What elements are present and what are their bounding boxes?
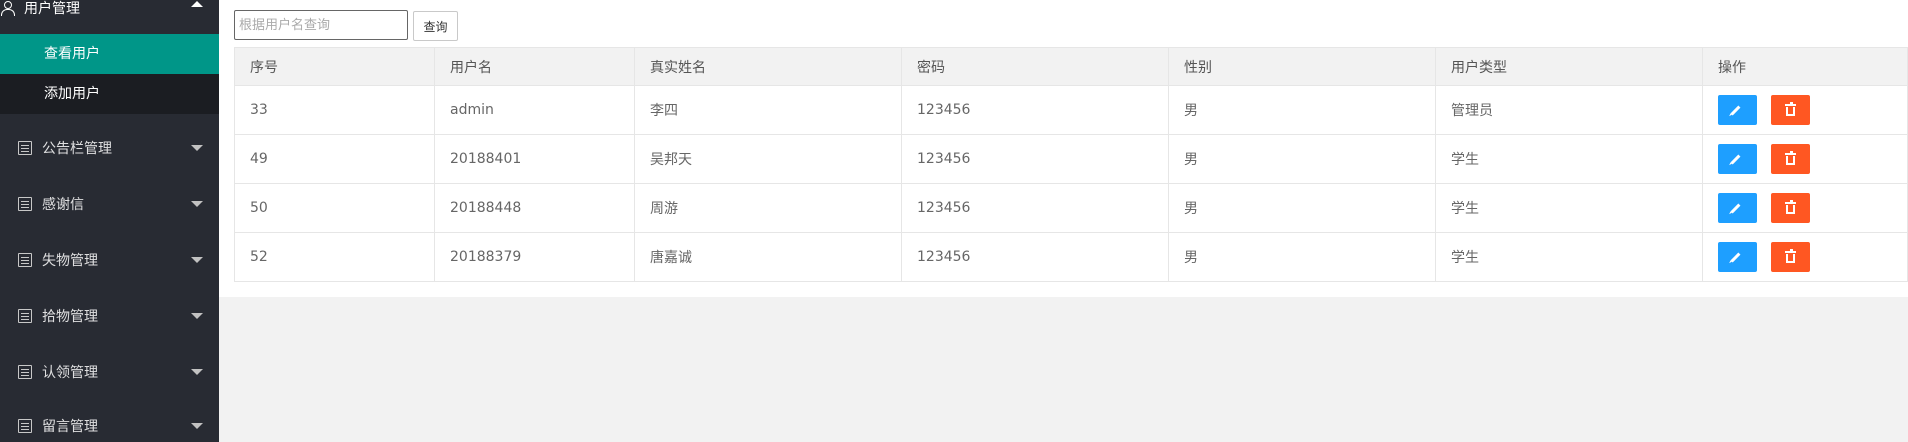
sidebar: 用户管理 查看用户 添加用户 公告栏管理 感谢信 失物管理 拾物管理 认领管理 … xyxy=(0,0,219,442)
cell-user-type: 管理员 xyxy=(1435,85,1703,135)
pencil-icon xyxy=(1730,105,1741,116)
chevron-down-icon xyxy=(191,257,203,263)
main-content: 查询 序号 用户名 真实姓名 密码 性别 用户类型 操作 33 admin 李四 xyxy=(219,0,1908,297)
calendar-icon xyxy=(18,365,32,379)
cell-gender: 男 xyxy=(1168,134,1436,184)
table-row: 49 20188401 吴邦天 123456 男 学生 xyxy=(234,134,1908,184)
cell-password: 123456 xyxy=(901,85,1169,135)
cell-realname: 吴邦天 xyxy=(634,134,902,184)
sidebar-subitem-add-user[interactable]: 添加用户 xyxy=(0,74,219,114)
table-row: 33 admin 李四 123456 男 管理员 xyxy=(234,85,1908,135)
chevron-down-icon xyxy=(191,369,203,375)
cell-actions xyxy=(1702,183,1908,233)
trash-icon xyxy=(1785,151,1797,165)
calendar-icon xyxy=(18,253,32,267)
cell-password: 123456 xyxy=(901,232,1169,282)
cell-password: 123456 xyxy=(901,183,1169,233)
sidebar-subnav: 查看用户 添加用户 xyxy=(0,34,219,114)
table-header-row: 序号 用户名 真实姓名 密码 性别 用户类型 操作 xyxy=(234,47,1908,86)
sidebar-item-label: 公告栏管理 xyxy=(42,141,112,157)
sidebar-item-label: 用户管理 xyxy=(24,1,80,17)
user-icon xyxy=(0,1,15,16)
search-input[interactable] xyxy=(234,10,408,40)
sidebar-item-label: 感谢信 xyxy=(42,197,84,213)
sidebar-item-thanks-letter[interactable]: 感谢信 xyxy=(0,184,219,224)
trash-icon xyxy=(1785,249,1797,263)
table-row: 50 20188448 周游 123456 男 学生 xyxy=(234,183,1908,233)
delete-button[interactable] xyxy=(1771,95,1811,125)
sidebar-item-label: 认领管理 xyxy=(42,365,98,381)
sidebar-subitem-view-users[interactable]: 查看用户 xyxy=(0,34,219,74)
column-header-username: 用户名 xyxy=(434,47,635,86)
trash-icon xyxy=(1785,200,1797,214)
cell-username: 20188379 xyxy=(434,232,635,282)
cell-username: admin xyxy=(434,85,635,135)
cell-realname: 周游 xyxy=(634,183,902,233)
sidebar-item-label: 留言管理 xyxy=(42,419,98,435)
users-table: 序号 用户名 真实姓名 密码 性别 用户类型 操作 33 admin 李四 12… xyxy=(234,47,1908,282)
sidebar-item-messages[interactable]: 留言管理 xyxy=(0,406,219,442)
sidebar-item-found-items[interactable]: 拾物管理 xyxy=(0,296,219,336)
sidebar-item-user-management[interactable]: 用户管理 xyxy=(0,0,219,26)
cell-password: 123456 xyxy=(901,134,1169,184)
search-button[interactable]: 查询 xyxy=(413,11,458,41)
chevron-down-icon xyxy=(191,145,203,151)
sidebar-item-claims[interactable]: 认领管理 xyxy=(0,352,219,392)
delete-button[interactable] xyxy=(1771,242,1811,272)
cell-user-type: 学生 xyxy=(1435,232,1703,282)
calendar-icon xyxy=(18,141,32,155)
calendar-icon xyxy=(18,197,32,211)
column-header-actions: 操作 xyxy=(1702,47,1908,86)
pencil-icon xyxy=(1730,203,1741,214)
cell-actions xyxy=(1702,232,1908,282)
sidebar-item-label: 拾物管理 xyxy=(42,309,98,325)
cell-id: 33 xyxy=(234,85,435,135)
edit-button[interactable] xyxy=(1718,95,1757,125)
column-header-user-type: 用户类型 xyxy=(1435,47,1703,86)
chevron-down-icon xyxy=(191,423,203,429)
cell-gender: 男 xyxy=(1168,183,1436,233)
chevron-down-icon xyxy=(191,313,203,319)
column-header-password: 密码 xyxy=(901,47,1169,86)
edit-button[interactable] xyxy=(1718,242,1757,272)
column-header-gender: 性别 xyxy=(1168,47,1436,86)
cell-username: 20188401 xyxy=(434,134,635,184)
pencil-icon xyxy=(1730,154,1741,165)
delete-button[interactable] xyxy=(1771,144,1811,174)
column-header-realname: 真实姓名 xyxy=(634,47,902,86)
cell-id: 50 xyxy=(234,183,435,233)
column-header-id: 序号 xyxy=(234,47,435,86)
cell-gender: 男 xyxy=(1168,85,1436,135)
calendar-icon xyxy=(18,419,32,433)
cell-actions xyxy=(1702,134,1908,184)
cell-actions xyxy=(1702,85,1908,135)
trash-icon xyxy=(1785,102,1797,116)
calendar-icon xyxy=(18,309,32,323)
sidebar-item-label: 失物管理 xyxy=(42,253,98,269)
cell-realname: 李四 xyxy=(634,85,902,135)
delete-button[interactable] xyxy=(1771,193,1811,223)
cell-username: 20188448 xyxy=(434,183,635,233)
table-row: 52 20188379 唐嘉诚 123456 男 学生 xyxy=(234,232,1908,282)
edit-button[interactable] xyxy=(1718,193,1757,223)
cell-id: 52 xyxy=(234,232,435,282)
pencil-icon xyxy=(1730,252,1741,263)
sidebar-item-lost-items[interactable]: 失物管理 xyxy=(0,240,219,280)
sidebar-item-bulletin[interactable]: 公告栏管理 xyxy=(0,128,219,168)
cell-realname: 唐嘉诚 xyxy=(634,232,902,282)
chevron-up-icon xyxy=(191,1,203,7)
chevron-down-icon xyxy=(191,201,203,207)
cell-id: 49 xyxy=(234,134,435,184)
cell-user-type: 学生 xyxy=(1435,134,1703,184)
edit-button[interactable] xyxy=(1718,144,1757,174)
cell-user-type: 学生 xyxy=(1435,183,1703,233)
cell-gender: 男 xyxy=(1168,232,1436,282)
